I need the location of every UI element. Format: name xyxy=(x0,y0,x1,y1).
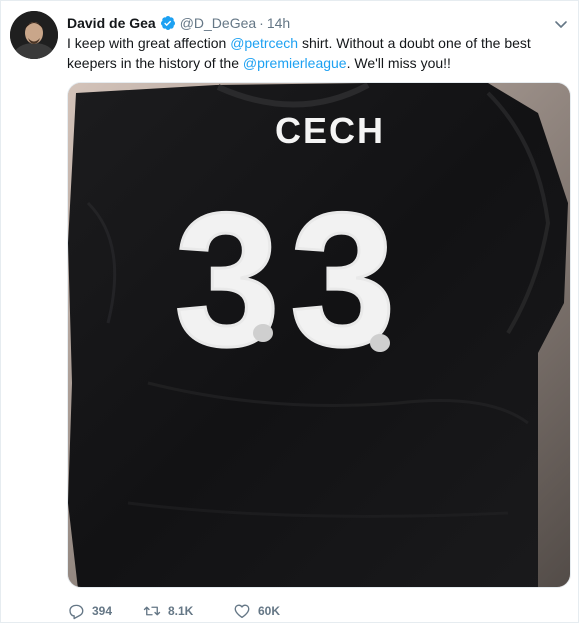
tweet-photo[interactable]: CECH 33 xyxy=(67,82,571,588)
reply-count: 394 xyxy=(92,604,113,618)
tweet-text: I keep with great affection @petrcech sh… xyxy=(67,33,557,73)
reply-icon xyxy=(69,604,84,620)
tweet-text-segment: shirt. Without a doubt one of the best xyxy=(298,35,531,51)
tweet-actions: 394 8.1K 60K xyxy=(67,601,313,621)
shirt-photo-icon: CECH 33 xyxy=(68,83,570,587)
shirt-name-text: CECH xyxy=(275,110,385,151)
avatar-photo-icon xyxy=(10,11,58,59)
tweet-text-line-1: I keep with great affection @petrcech sh… xyxy=(67,33,557,53)
tweet-text-segment: . We'll miss you!! xyxy=(346,55,451,71)
chevron-down-icon[interactable] xyxy=(554,17,568,31)
avatar[interactable] xyxy=(10,11,58,59)
tweet-card[interactable]: David de Gea @D_DeGea · 14h I keep with … xyxy=(1,1,579,624)
tweet-text-segment: I keep with great affection xyxy=(67,35,231,51)
like-count: 60K xyxy=(258,604,281,618)
retweet-count: 8.1K xyxy=(168,604,194,618)
heart-icon xyxy=(234,604,250,619)
tweet-text-segment: keepers in the history of the xyxy=(67,55,243,71)
separator-dot: · xyxy=(259,15,264,31)
like-button[interactable]: 60K xyxy=(233,602,313,620)
verified-badge-icon xyxy=(160,16,175,30)
display-name[interactable]: David de Gea xyxy=(67,15,156,31)
user-handle[interactable]: @D_DeGea xyxy=(180,15,256,31)
retweet-icon xyxy=(143,606,161,616)
tweet-text-line-2: keepers in the history of the @premierle… xyxy=(67,53,557,73)
shirt-number-text: 33 xyxy=(174,174,405,386)
retweet-button[interactable]: 8.1K xyxy=(143,602,233,620)
tweet-header: David de Gea @D_DeGea · 14h xyxy=(67,13,550,33)
mention-link-premierleague[interactable]: @premierleague xyxy=(243,55,347,71)
timestamp[interactable]: 14h xyxy=(267,15,290,31)
mention-link-petrcech[interactable]: @petrcech xyxy=(230,35,298,51)
reply-button[interactable]: 394 xyxy=(67,602,143,620)
